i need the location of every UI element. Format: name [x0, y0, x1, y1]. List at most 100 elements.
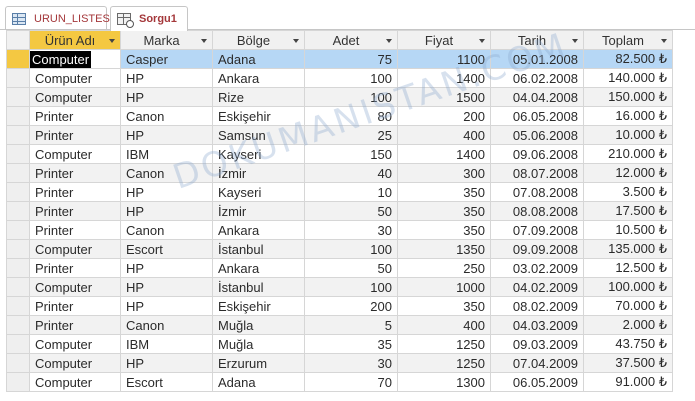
table-cell[interactable]: 300 [397, 163, 491, 183]
table-cell[interactable]: 09.09.2008 [490, 239, 584, 259]
table-cell[interactable]: Canon [120, 220, 213, 240]
dropdown-arrow-icon[interactable] [661, 39, 667, 43]
column-header-urun-adi[interactable]: Ürün Adı [29, 30, 121, 50]
dropdown-arrow-icon[interactable] [479, 39, 485, 43]
record-selector[interactable] [6, 296, 30, 316]
table-cell[interactable]: Printer [29, 258, 121, 278]
record-selector[interactable] [6, 201, 30, 221]
record-selector[interactable] [6, 353, 30, 373]
table-cell[interactable]: 350 [397, 201, 491, 221]
table-cell[interactable]: 03.02.2009 [490, 258, 584, 278]
dropdown-arrow-icon[interactable] [293, 39, 299, 43]
table-row[interactable]: Computer Escort Adana 70 1300 06.05.2009 91.00… [6, 372, 673, 392]
table-cell[interactable]: 150.000 ₺ [583, 87, 673, 107]
table-row[interactable]: Printer HP İzmir 50 350 08.08.2008 17.500 ₺ [6, 201, 673, 221]
table-row[interactable]: Printer HP Kayseri 10 350 07.08.2008 3.500 ₺ [6, 182, 673, 202]
table-cell[interactable]: 3.500 ₺ [583, 182, 673, 202]
table-cell[interactable]: 70.000 ₺ [583, 296, 673, 316]
table-row[interactable]: Computer IBM Kayseri 150 1400 09.06.2008 210.0… [6, 144, 673, 164]
table-cell[interactable]: 70 [304, 372, 398, 392]
table-cell[interactable]: Printer [29, 315, 121, 335]
table-cell[interactable]: 10 [304, 182, 398, 202]
table-cell[interactable]: Computer [29, 277, 121, 297]
table-cell[interactable]: 30 [304, 220, 398, 240]
table-cell[interactable]: Computer [29, 239, 121, 259]
table-row[interactable]: Printer HP Samsun 25 400 05.06.2008 10.000 ₺ [6, 125, 673, 145]
table-cell[interactable]: 05.06.2008 [490, 125, 584, 145]
table-cell[interactable]: 04.04.2008 [490, 87, 584, 107]
table-row[interactable]: Computer Casper Adana 75 1100 05.01.2008 82.50… [6, 49, 673, 69]
table-cell[interactable]: 350 [397, 220, 491, 240]
table-cell[interactable]: Erzurum [212, 353, 305, 373]
record-selector[interactable] [6, 163, 30, 183]
table-cell[interactable]: 140.000 ₺ [583, 68, 673, 88]
table-cell[interactable]: Computer [29, 87, 121, 107]
table-cell[interactable]: 2.000 ₺ [583, 315, 673, 335]
table-cell[interactable]: 200 [304, 296, 398, 316]
table-cell[interactable]: 43.750 ₺ [583, 334, 673, 354]
record-selector[interactable] [6, 372, 30, 392]
table-cell[interactable]: HP [120, 68, 213, 88]
table-cell[interactable]: HP [120, 87, 213, 107]
table-cell[interactable]: 06.02.2008 [490, 68, 584, 88]
table-cell[interactable]: Escort [120, 372, 213, 392]
table-cell[interactable]: Eskişehir [212, 106, 305, 126]
table-cell[interactable]: 08.02.2009 [490, 296, 584, 316]
table-cell[interactable]: HP [120, 277, 213, 297]
table-cell[interactable]: 30 [304, 353, 398, 373]
table-cell[interactable]: 1400 [397, 144, 491, 164]
record-selector[interactable] [6, 239, 30, 259]
tab-urun-listesi[interactable]: URUN_LISTESI [5, 6, 113, 30]
table-cell[interactable]: Printer [29, 106, 121, 126]
table-cell[interactable]: Escort [120, 239, 213, 259]
table-cell[interactable]: 1350 [397, 239, 491, 259]
table-cell[interactable]: Canon [120, 163, 213, 183]
table-cell[interactable]: Computer [29, 353, 121, 373]
table-cell[interactable]: 25 [304, 125, 398, 145]
table-cell[interactable]: 250 [397, 258, 491, 278]
table-cell[interactable]: 06.05.2008 [490, 106, 584, 126]
record-selector[interactable] [6, 144, 30, 164]
table-cell[interactable]: 1300 [397, 372, 491, 392]
table-cell[interactable]: İstanbul [212, 239, 305, 259]
table-cell[interactable]: Rize [212, 87, 305, 107]
table-cell[interactable]: Printer [29, 296, 121, 316]
table-row[interactable]: Computer HP İstanbul 100 1000 04.02.2009 100.0… [6, 277, 673, 297]
table-row[interactable]: Printer HP Eskişehir 200 350 08.02.2009 70.000… [6, 296, 673, 316]
column-header-bolge[interactable]: Bölge [212, 30, 305, 50]
column-header-fiyat[interactable]: Fiyat [397, 30, 491, 50]
table-cell[interactable]: Printer [29, 182, 121, 202]
table-cell[interactable]: Computer [29, 334, 121, 354]
table-cell[interactable]: 37.500 ₺ [583, 353, 673, 373]
table-cell[interactable]: Computer [29, 68, 121, 88]
table-cell[interactable]: Printer [29, 201, 121, 221]
table-cell[interactable]: Adana [212, 372, 305, 392]
record-selector[interactable] [6, 87, 30, 107]
column-header-marka[interactable]: Marka [120, 30, 213, 50]
table-cell[interactable]: Computer [29, 49, 121, 69]
table-cell[interactable]: 10.000 ₺ [583, 125, 673, 145]
table-cell[interactable]: 07.09.2008 [490, 220, 584, 240]
table-cell[interactable]: 5 [304, 315, 398, 335]
table-cell[interactable]: HP [120, 353, 213, 373]
table-row[interactable]: Computer Escort İstanbul 100 1350 09.09.2008 1… [6, 239, 673, 259]
table-cell[interactable]: 135.000 ₺ [583, 239, 673, 259]
table-cell[interactable]: İzmir [212, 163, 305, 183]
table-cell[interactable]: 1000 [397, 277, 491, 297]
table-cell[interactable]: 100 [304, 68, 398, 88]
table-cell[interactable]: 91.000 ₺ [583, 372, 673, 392]
table-cell[interactable]: HP [120, 258, 213, 278]
table-row[interactable]: Printer Canon Eskişehir 80 200 06.05.2008 16.0… [6, 106, 673, 126]
table-cell[interactable]: Printer [29, 125, 121, 145]
table-cell[interactable]: HP [120, 296, 213, 316]
tab-sorgu1[interactable]: Sorgu1 [110, 6, 188, 31]
record-selector[interactable] [6, 68, 30, 88]
record-selector[interactable] [6, 125, 30, 145]
record-selector[interactable] [6, 258, 30, 278]
record-selector[interactable] [6, 277, 30, 297]
table-cell[interactable]: 50 [304, 201, 398, 221]
table-cell[interactable]: 1400 [397, 68, 491, 88]
record-selector[interactable] [6, 334, 30, 354]
table-cell[interactable]: Muğla [212, 315, 305, 335]
table-cell[interactable]: HP [120, 182, 213, 202]
